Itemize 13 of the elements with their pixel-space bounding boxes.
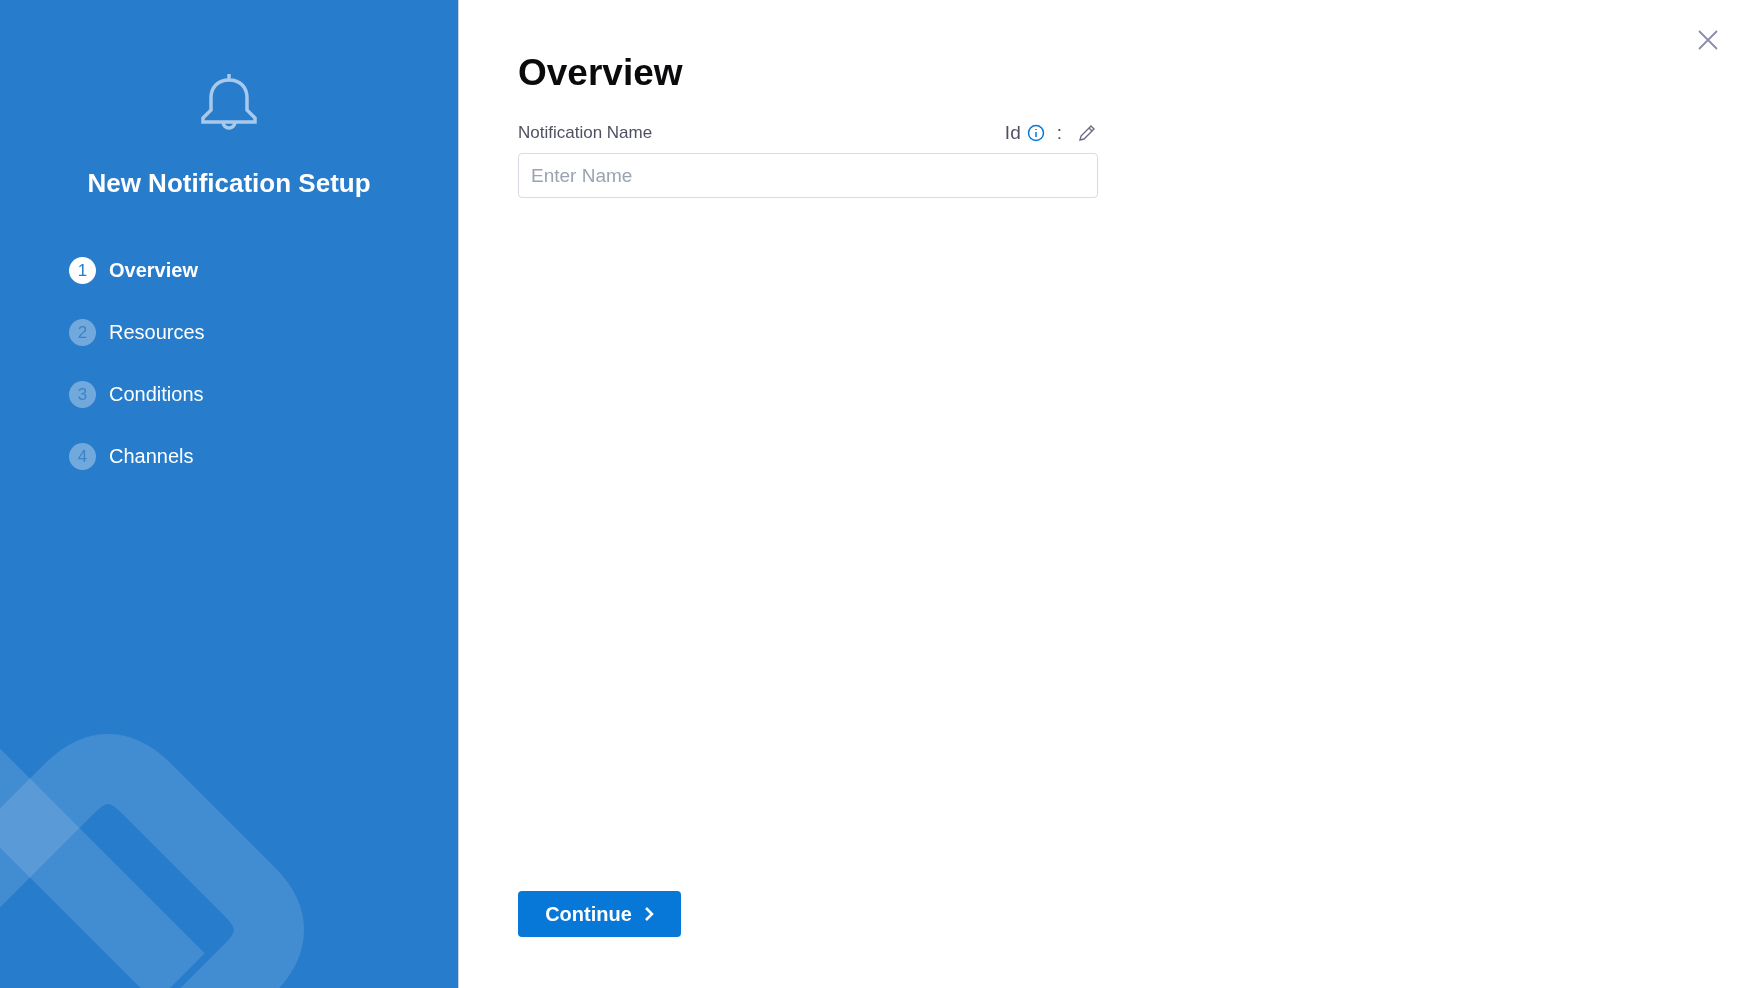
field-label: Notification Name xyxy=(518,123,653,143)
info-icon[interactable] xyxy=(1026,124,1045,142)
pencil-icon[interactable] xyxy=(1078,124,1096,142)
id-separator: : xyxy=(1056,122,1062,144)
sidebar-title: New Notification Setup xyxy=(87,168,371,199)
step-item[interactable]: 1 Overview xyxy=(69,257,205,284)
page-heading: Overview xyxy=(518,52,684,94)
continue-button[interactable]: Continue xyxy=(518,891,681,937)
close-button[interactable] xyxy=(1696,28,1720,52)
id-label: Id xyxy=(1004,122,1021,144)
close-icon xyxy=(1696,28,1720,52)
chevron-right-icon xyxy=(643,906,654,922)
name-input-field[interactable]: Enter Name xyxy=(518,153,1098,198)
